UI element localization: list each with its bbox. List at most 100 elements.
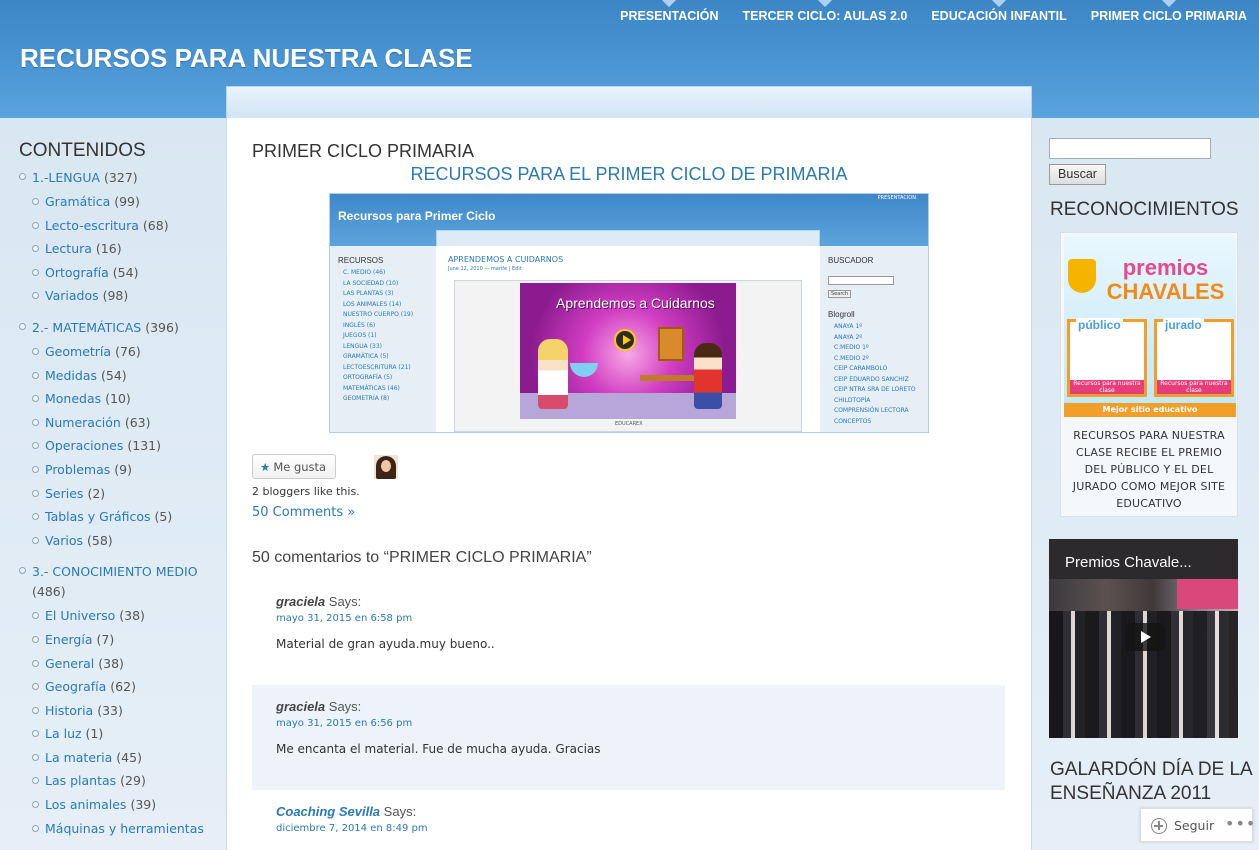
bloggers-like-text: 2 bloggers like this. xyxy=(252,485,360,498)
comment-date[interactable]: mayo 31, 2015 en 6:56 pm xyxy=(276,718,1005,729)
subcategory-item: Máquinas y herramientas xyxy=(19,817,224,841)
video-banner xyxy=(1177,579,1238,609)
shot-game-image: Aprendemos a Cuidarnos xyxy=(520,283,736,419)
subcategory-item: Lecto-escritura (68) xyxy=(19,214,224,238)
subcategory-link[interactable]: Geometría xyxy=(45,344,111,359)
category-group: 1.-LENGUA (327) xyxy=(19,168,224,188)
subcategory-link[interactable]: Varios xyxy=(45,533,83,548)
subcategory-count: (54) xyxy=(100,367,127,383)
galardon-title: GALARDÓN DÍA DE LA ENSEÑANZA 2011 xyxy=(1050,759,1252,804)
more-dots-icon[interactable]: ••• xyxy=(1225,814,1256,833)
girl-character xyxy=(538,339,568,409)
comment-date[interactable]: mayo 31, 2015 en 6:58 pm xyxy=(276,613,1005,624)
panel-label: público xyxy=(1076,318,1123,332)
shot-site-title: Recursos para Primer Ciclo xyxy=(338,209,496,223)
trophy-icon xyxy=(1068,259,1096,293)
category-link[interactable]: 3.- CONOCIMIENTO MEDIO xyxy=(32,564,198,579)
subcategory-link[interactable]: Operaciones xyxy=(45,438,123,453)
subcategory-count: (29) xyxy=(120,773,146,789)
subcategory-link[interactable]: Lecto-escritura xyxy=(45,218,139,233)
nav-label: TERCER CICLO: AULAS 2.0 xyxy=(742,9,908,23)
nav-presentacion[interactable]: PRESENTACIÓN xyxy=(608,0,730,32)
bullet-icon xyxy=(32,418,39,426)
comment-author-line: graciela Says: xyxy=(276,594,1005,609)
subcategory-count: (33) xyxy=(97,702,123,718)
site-title[interactable]: RECURSOS PARA NUESTRA CLASE xyxy=(20,43,473,74)
comment-text: Me encanta el material. Fue de mucha ayu… xyxy=(276,742,601,756)
search-input[interactable] xyxy=(1049,138,1211,159)
subcategory-count: (2) xyxy=(87,485,106,501)
subcategory-link[interactable]: Historia xyxy=(45,703,93,718)
subcategory-link[interactable]: El Universo xyxy=(45,608,115,623)
nav-primer-ciclo[interactable]: PRIMER CICLO PRIMARIA xyxy=(1079,0,1259,32)
comments-link[interactable]: 50 Comments » xyxy=(252,505,355,520)
subcategory-link[interactable]: Medidas xyxy=(45,368,97,383)
bullet-icon xyxy=(32,824,39,832)
like-button[interactable]: ★ Me gusta xyxy=(252,454,336,479)
subcategory-link[interactable]: Los animales xyxy=(45,797,126,812)
shot-blogroll-item: ANAYA 1º xyxy=(834,323,863,330)
nav-label: PRIMER CICLO PRIMARIA xyxy=(1090,9,1247,23)
plus-circle-icon xyxy=(1151,818,1167,834)
avatar-face xyxy=(381,460,391,472)
subcategory-link[interactable]: Tablas y Gráficos xyxy=(45,509,151,524)
comment-author-link[interactable]: Coaching Sevilla xyxy=(276,804,380,819)
video-play-icon[interactable] xyxy=(1125,623,1165,651)
comment-says: Says: xyxy=(328,594,362,609)
subcategory-item: Geometría (76) xyxy=(19,340,224,364)
subcategory-link[interactable]: Series xyxy=(45,486,83,501)
award-image[interactable]: premios CHAVALES público Recursos para nu… xyxy=(1064,235,1236,417)
award-text: RECURSOS PARA NUESTRA CLASE RECIBE EL PR… xyxy=(1072,429,1226,510)
subcategory-link[interactable]: Lectura xyxy=(45,241,92,256)
nav-tercer-ciclo[interactable]: TERCER CICLO: AULAS 2.0 xyxy=(731,0,920,32)
subcategory-link[interactable]: Las plantas xyxy=(45,773,116,788)
comment-item: graciela Says: mayo 31, 2015 en 6:58 pm … xyxy=(252,580,1005,684)
liker-avatar[interactable] xyxy=(374,455,398,479)
subcategory-link[interactable]: Ortografía xyxy=(45,265,109,280)
subcategory-link[interactable]: Variados xyxy=(45,288,99,303)
panel-caption: Recursos para nuestra clase xyxy=(1157,380,1231,394)
shot-caption: EDUCAREX xyxy=(615,421,643,427)
subcategory-count: (99) xyxy=(114,194,140,209)
comment-date[interactable]: diciembre 7, 2014 en 8:49 pm xyxy=(276,823,1005,834)
subcategory-link[interactable]: Máquinas y herramientas xyxy=(45,821,204,836)
subcategory-link[interactable]: La luz xyxy=(45,726,82,741)
nav-educacion-infantil[interactable]: EDUCACIÓN INFANTIL xyxy=(919,0,1078,32)
shot-blogroll-item: CEIP NTRA SRA DE LORETO xyxy=(834,386,916,393)
category-count: (396) xyxy=(145,319,179,335)
subcategory-item: Ortografía (54) xyxy=(19,261,224,285)
subcategory-count: (38) xyxy=(119,608,145,624)
shot-blogroll-list: ANAYA 1º ANAYA 2º C.MEDIO 1º C.MEDIO 2º CEIP… xyxy=(834,322,916,427)
category-link[interactable]: 1.-LENGUA xyxy=(32,170,100,185)
subcategory-link[interactable]: Numeración xyxy=(45,415,121,430)
category-link[interactable]: 2.- MATEMÁTICAS xyxy=(32,320,141,335)
subcategory-link[interactable]: La materia xyxy=(45,750,112,765)
video-embed[interactable]: Premios Chavale... xyxy=(1049,539,1238,738)
bullet-icon xyxy=(19,173,26,180)
shot-left-item: LECTOESCRITURA (21) xyxy=(343,363,411,371)
award-panel-jury: jurado Recursos para nuestra clase xyxy=(1154,318,1234,397)
embedded-site-screenshot[interactable]: Recursos para Primer Ciclo PRESENTACION … xyxy=(329,193,929,433)
bullet-icon xyxy=(32,347,39,355)
subcategory-link[interactable]: Geografía xyxy=(45,679,106,694)
shot-left-item: GEOMETRÍA (8) xyxy=(343,395,390,402)
subcategory-item: Historia (33) xyxy=(19,699,224,723)
bullet-icon xyxy=(32,465,39,473)
subcategory-link[interactable]: Problemas xyxy=(45,462,110,477)
sink-shape xyxy=(570,363,598,377)
nav-notch-icon xyxy=(662,0,677,8)
subcategory-link[interactable]: Monedas xyxy=(45,391,101,406)
subcategory-link[interactable]: Gramática xyxy=(45,194,110,209)
bullet-icon xyxy=(32,395,39,403)
subcategory-link[interactable]: Energía xyxy=(45,632,93,647)
search-button[interactable]: Buscar xyxy=(1049,164,1106,185)
category-heading: 1.-LENGUA (327) xyxy=(19,168,224,188)
shot-left-item: GRAMÁTICA (5) xyxy=(343,353,389,360)
bullet-icon xyxy=(19,567,26,575)
shot-left-heading: RECURSOS xyxy=(338,256,384,265)
follow-widget[interactable]: Seguir ••• xyxy=(1140,808,1256,842)
door-shape xyxy=(658,327,684,361)
subcategory-count: (39) xyxy=(130,797,157,813)
subcategory-link[interactable]: General xyxy=(45,656,94,671)
comment-item: graciela Says: mayo 31, 2015 en 6:56 pm … xyxy=(252,685,1005,790)
